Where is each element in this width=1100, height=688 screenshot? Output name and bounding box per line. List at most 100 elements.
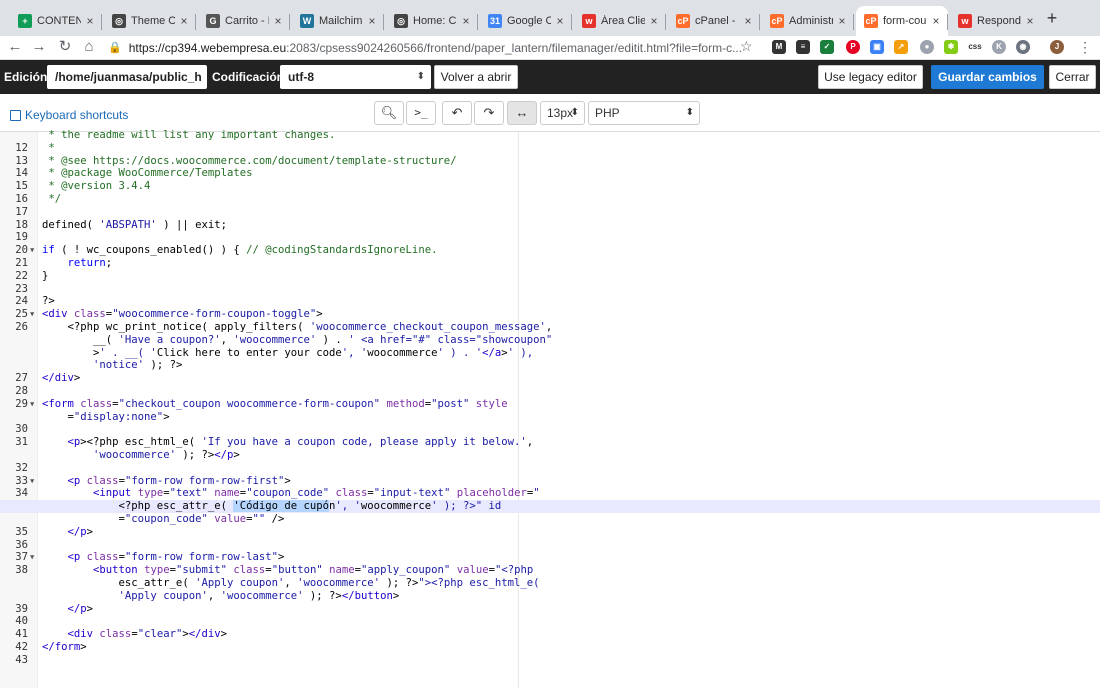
keyboard-shortcuts-link[interactable]: Keyboard shortcuts: [10, 108, 128, 122]
line-number: 33: [15, 474, 28, 487]
close-tab-icon[interactable]: ×: [930, 14, 942, 28]
close-tab-icon[interactable]: ×: [742, 14, 754, 28]
fold-toggle-icon[interactable]: ▾: [29, 398, 37, 411]
extension-m-icon[interactable]: M: [772, 40, 786, 54]
close-tab-icon[interactable]: ×: [1024, 14, 1036, 28]
code-line: 'woocommerce' ); ?></p>: [0, 449, 1100, 462]
browser-tab[interactable]: + CONTENID×: [10, 6, 102, 36]
extension-gray-icon[interactable]: ●: [920, 40, 934, 54]
tab-favicon-icon: +: [18, 14, 32, 28]
reopen-button[interactable]: Volver a abrir: [434, 65, 518, 89]
code-line: 12 *: [0, 142, 1100, 155]
goto-line-icon[interactable]: >_: [406, 101, 436, 125]
close-tab-icon[interactable]: ×: [836, 14, 848, 28]
extension-k-icon[interactable]: K: [992, 40, 1006, 54]
close-tab-icon[interactable]: ×: [272, 14, 284, 28]
pinterest-icon[interactable]: P: [846, 40, 860, 54]
code-line: 13 * @see https://docs.woocommerce.com/d…: [0, 155, 1100, 168]
close-tab-icon[interactable]: ×: [84, 14, 96, 28]
extension-chart-icon[interactable]: ↗: [894, 40, 908, 54]
encoding-value: utf-8: [288, 70, 314, 84]
line-number: 35: [15, 525, 28, 538]
line-number: 28: [15, 385, 28, 397]
browser-menu-icon[interactable]: ⋮: [1078, 39, 1092, 56]
new-tab-icon[interactable]: +: [1044, 9, 1060, 27]
fold-toggle-icon[interactable]: ▾: [29, 475, 37, 488]
close-tab-icon[interactable]: ×: [554, 14, 566, 28]
legacy-editor-button[interactable]: Use legacy editor: [818, 65, 923, 89]
mode-select[interactable]: PHP ⬍: [588, 101, 700, 125]
code-text: <p class="form-row form-row-first">: [67, 474, 291, 487]
lock-icon: 🔒: [108, 42, 122, 54]
file-path-field[interactable]: /home/juanmasa/public_h: [47, 65, 207, 89]
select-arrows-icon: ⬍: [416, 71, 425, 82]
undo-icon[interactable]: ↶: [442, 101, 472, 125]
tab-favicon-icon: cP: [864, 14, 878, 28]
close-tab-icon[interactable]: ×: [178, 14, 190, 28]
font-size-value: 13px: [547, 106, 574, 120]
extension-buffer-icon[interactable]: ≡: [796, 40, 810, 54]
line-number: 25: [15, 308, 28, 321]
font-size-select[interactable]: 13px ⬍: [540, 101, 585, 125]
browser-tab[interactable]: ◎ Theme Op×: [104, 6, 196, 36]
line-number: 43: [15, 653, 28, 666]
fold-toggle-icon[interactable]: ▾: [29, 308, 37, 321]
tab-favicon-icon: ◎: [394, 14, 408, 28]
code-text: defined( 'ABSPATH' ) || exit;: [42, 218, 227, 231]
tab-title: Google Ca: [507, 15, 551, 27]
extension-check-icon[interactable]: ✓: [820, 40, 834, 54]
tab-separator: [195, 14, 196, 30]
extension-circle-icon[interactable]: ◉: [1016, 40, 1030, 54]
close-tab-icon[interactable]: ×: [366, 14, 378, 28]
line-number: 30: [15, 423, 28, 436]
reload-icon[interactable]: ↻: [56, 38, 74, 56]
code-line: 21 return;: [0, 257, 1100, 270]
wrap-toggle-icon[interactable]: ↔: [507, 101, 537, 125]
home-icon[interactable]: ⌂: [80, 38, 98, 56]
browser-tab[interactable]: 31 Google Ca×: [480, 6, 572, 36]
bookmark-star-icon[interactable]: ☆: [740, 38, 753, 55]
code-text: <?php esc_attr_e( 'Código de cupón', 'wo…: [42, 500, 502, 513]
back-icon[interactable]: ←: [6, 38, 24, 56]
tab-separator: [759, 14, 760, 30]
forward-icon[interactable]: →: [30, 38, 48, 56]
keyboard-shortcuts-label: Keyboard shortcuts: [25, 108, 129, 122]
profile-avatar[interactable]: J: [1050, 40, 1064, 54]
save-button[interactable]: Guardar cambios: [931, 65, 1044, 89]
close-button[interactable]: Cerrar: [1049, 65, 1096, 89]
browser-tab[interactable]: w Responde×: [950, 6, 1042, 36]
fold-toggle-icon[interactable]: ▾: [29, 551, 37, 564]
extension-gear-icon[interactable]: ✱: [944, 40, 958, 54]
code-text: __( 'Have a coupon?', 'woocommerce' ) . …: [42, 333, 553, 346]
line-number: 18: [15, 218, 28, 231]
browser-tab[interactable]: cP Administra×: [762, 6, 854, 36]
extension-blue-icon[interactable]: ▣: [870, 40, 884, 54]
browser-tab[interactable]: W Mailchimp×: [292, 6, 384, 36]
browser-tab[interactable]: cP cPanel - P×: [668, 6, 760, 36]
tab-favicon-icon: w: [582, 14, 596, 28]
browser-tab[interactable]: G Carrito - E×: [198, 6, 290, 36]
code-line: 42 </form>: [0, 641, 1100, 654]
address-bar[interactable]: 🔒 https://cp394.webempresa.eu :2083/cpse…: [108, 37, 764, 58]
mode-value: PHP: [595, 106, 620, 120]
close-tab-icon[interactable]: ×: [648, 14, 660, 28]
code-text: */: [42, 193, 62, 205]
code-editor[interactable]: * the readme will list any important cha…: [0, 129, 1100, 688]
browser-tab[interactable]: cP form-coup×: [856, 6, 948, 36]
code-text: <div class="woocommerce-form-coupon-togg…: [42, 308, 323, 321]
fold-toggle-icon[interactable]: ▾: [29, 244, 37, 257]
code-text: ?>: [42, 295, 55, 308]
search-icon[interactable]: 🔍︎: [374, 101, 404, 125]
css-icon[interactable]: css: [968, 40, 982, 54]
line-number: 13: [15, 154, 28, 167]
encoding-select[interactable]: utf-8 ⬍: [280, 65, 431, 89]
code-text: <div class="clear"></div>: [67, 628, 228, 641]
redo-icon[interactable]: ↷: [474, 101, 504, 125]
code-text: <input type="text" name="coupon_code" cl…: [93, 487, 540, 500]
select-arrows-icon: ⬍: [570, 107, 579, 118]
line-number: 23: [15, 282, 28, 295]
close-tab-icon[interactable]: ×: [460, 14, 472, 28]
browser-tab[interactable]: w Área Clien×: [574, 6, 666, 36]
browser-tab[interactable]: ◎ Home: Cla×: [386, 6, 478, 36]
tab-title: Home: Cla: [413, 15, 457, 27]
